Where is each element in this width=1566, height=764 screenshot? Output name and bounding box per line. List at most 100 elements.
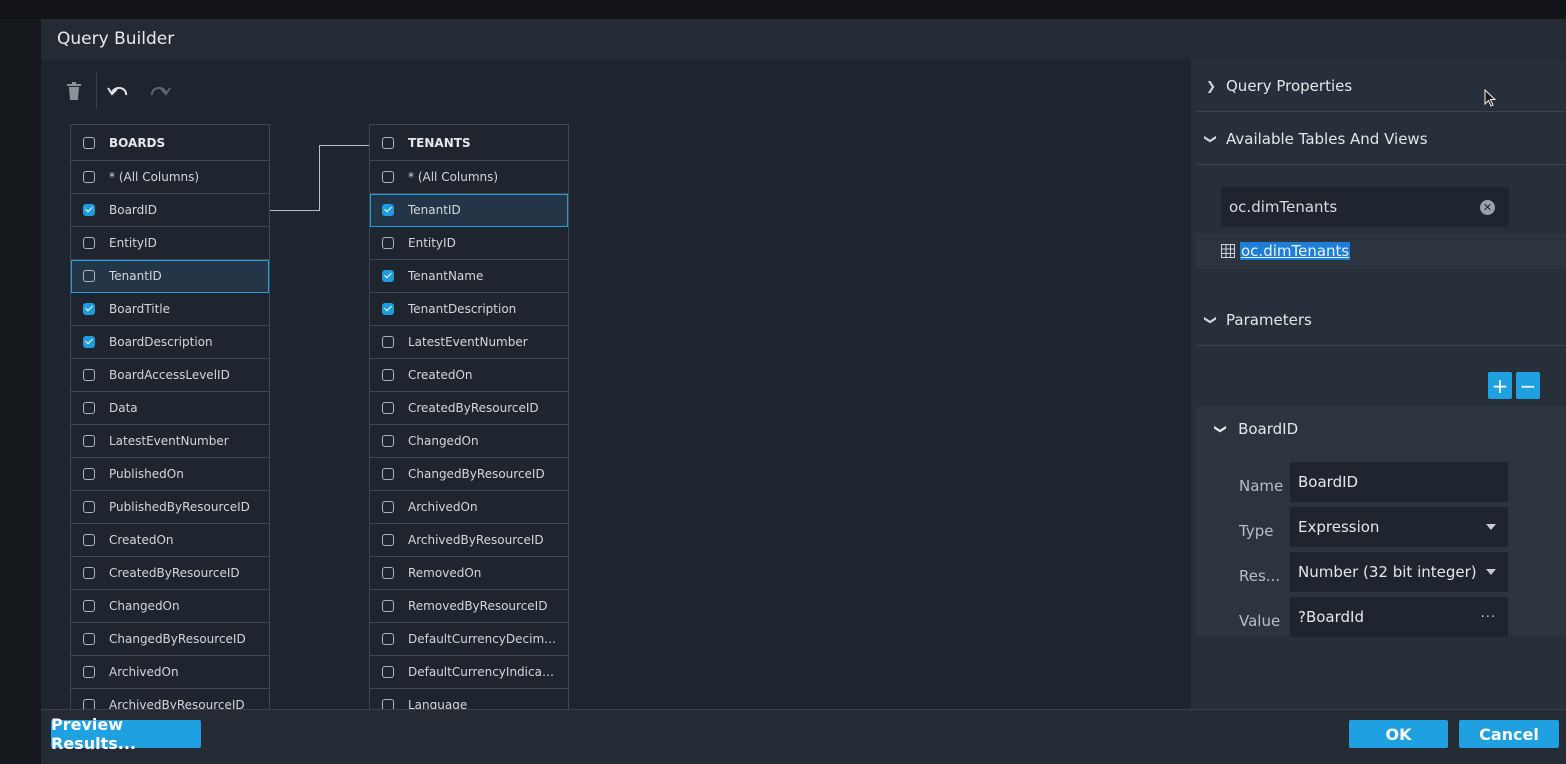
column-checkbox[interactable] bbox=[382, 600, 394, 612]
column-checkbox[interactable] bbox=[83, 336, 95, 348]
column-row[interactable]: TenantID bbox=[71, 260, 269, 293]
undo-button[interactable] bbox=[97, 73, 139, 109]
ellipsis-button[interactable]: ··· bbox=[1481, 610, 1496, 625]
query-canvas[interactable]: BOARDS * (All Columns) BoardID EntityID Tena… bbox=[41, 59, 1191, 709]
join-line-vertical[interactable] bbox=[319, 145, 320, 211]
column-row[interactable]: DefaultCurrencyDecimalDi... bbox=[370, 623, 568, 656]
value-field[interactable]: ?BoardId ··· bbox=[1290, 597, 1508, 637]
column-checkbox[interactable] bbox=[83, 204, 95, 216]
column-row[interactable]: ArchivedByResourceID bbox=[370, 524, 568, 557]
parameter-header[interactable]: ❯ BoardID bbox=[1214, 420, 1298, 438]
column-row[interactable]: CreatedOn bbox=[71, 524, 269, 557]
column-row[interactable]: ArchivedOn bbox=[71, 656, 269, 689]
table-tenants[interactable]: TENANTS * (All Columns) TenantID EntityID Te… bbox=[369, 124, 569, 709]
column-row[interactable]: CreatedByResourceID bbox=[370, 392, 568, 425]
column-checkbox[interactable] bbox=[382, 303, 394, 315]
column-checkbox[interactable] bbox=[83, 237, 95, 249]
column-row[interactable]: ChangedByResourceID bbox=[71, 623, 269, 656]
table-header[interactable]: TENANTS bbox=[370, 125, 568, 161]
column-checkbox[interactable] bbox=[83, 435, 95, 447]
column-row[interactable]: DefaultCurrencyIndicator bbox=[370, 656, 568, 689]
column-row[interactable]: TenantName bbox=[370, 260, 568, 293]
column-row[interactable]: LatestEventNumber bbox=[71, 425, 269, 458]
column-row[interactable]: ChangedByResourceID bbox=[370, 458, 568, 491]
column-row[interactable]: BoardDescription bbox=[71, 326, 269, 359]
join-line-tenants[interactable] bbox=[319, 145, 369, 146]
column-row[interactable]: BoardAccessLevelID bbox=[71, 359, 269, 392]
name-field[interactable]: BoardID bbox=[1290, 462, 1508, 502]
column-row[interactable]: ChangedOn bbox=[71, 590, 269, 623]
table-list-item[interactable]: oc.dimTenants bbox=[1196, 233, 1566, 269]
column-checkbox[interactable] bbox=[83, 501, 95, 513]
column-checkbox[interactable] bbox=[83, 633, 95, 645]
select-all-checkbox[interactable] bbox=[382, 136, 394, 149]
column-row[interactable]: LatestEventNumber bbox=[370, 326, 568, 359]
column-row[interactable]: RemovedByResourceID bbox=[370, 590, 568, 623]
redo-button[interactable] bbox=[139, 73, 181, 109]
column-row[interactable]: EntityID bbox=[370, 227, 568, 260]
column-row[interactable]: PublishedByResourceID bbox=[71, 491, 269, 524]
column-checkbox[interactable] bbox=[83, 666, 95, 678]
column-checkbox[interactable] bbox=[83, 270, 95, 282]
remove-parameter-button[interactable]: − bbox=[1516, 372, 1540, 399]
column-checkbox[interactable] bbox=[83, 600, 95, 612]
column-checkbox[interactable] bbox=[83, 369, 95, 381]
select-all-checkbox[interactable] bbox=[83, 136, 95, 149]
add-parameter-button[interactable]: + bbox=[1488, 372, 1512, 399]
column-checkbox[interactable] bbox=[382, 171, 394, 183]
parameters-header[interactable]: ❯ Parameters bbox=[1196, 295, 1566, 346]
column-checkbox[interactable] bbox=[382, 336, 394, 348]
column-checkbox[interactable] bbox=[382, 534, 394, 546]
column-checkbox[interactable] bbox=[83, 699, 95, 709]
column-row[interactable]: TenantID bbox=[370, 194, 568, 227]
column-checkbox[interactable] bbox=[83, 171, 95, 183]
cancel-button[interactable]: Cancel bbox=[1459, 720, 1559, 748]
dialog-title: Query Builder bbox=[57, 29, 175, 49]
column-row[interactable]: ArchivedOn bbox=[370, 491, 568, 524]
column-checkbox[interactable] bbox=[83, 402, 95, 414]
delete-button[interactable] bbox=[53, 73, 95, 109]
column-row[interactable]: BoardID bbox=[71, 194, 269, 227]
column-row[interactable]: Language bbox=[370, 689, 568, 709]
column-checkbox[interactable] bbox=[382, 633, 394, 645]
table-search-input[interactable]: oc.dimTenants ✕ bbox=[1221, 187, 1509, 227]
column-checkbox[interactable] bbox=[83, 534, 95, 546]
column-checkbox[interactable] bbox=[83, 303, 95, 315]
ok-button[interactable]: OK bbox=[1349, 720, 1448, 748]
query-properties-header[interactable]: ❯ Query Properties bbox=[1196, 61, 1566, 112]
result-type-select[interactable]: Number (32 bit integer) bbox=[1290, 552, 1508, 592]
column-row[interactable]: * (All Columns) bbox=[370, 161, 568, 194]
column-row[interactable]: * (All Columns) bbox=[71, 161, 269, 194]
column-checkbox[interactable] bbox=[382, 369, 394, 381]
column-row[interactable]: PublishedOn bbox=[71, 458, 269, 491]
column-row[interactable]: Data bbox=[71, 392, 269, 425]
table-boards[interactable]: BOARDS * (All Columns) BoardID EntityID Tena… bbox=[70, 124, 270, 709]
preview-results-button[interactable]: Preview Results... bbox=[51, 715, 201, 753]
column-row[interactable]: ArchivedByResourceID bbox=[71, 689, 269, 709]
column-checkbox[interactable] bbox=[382, 666, 394, 678]
column-checkbox[interactable] bbox=[382, 204, 394, 216]
column-row[interactable]: CreatedOn bbox=[370, 359, 568, 392]
column-row[interactable]: RemovedOn bbox=[370, 557, 568, 590]
column-checkbox[interactable] bbox=[382, 501, 394, 513]
column-row[interactable]: BoardTitle bbox=[71, 293, 269, 326]
column-checkbox[interactable] bbox=[382, 435, 394, 447]
join-line-boards[interactable] bbox=[270, 210, 319, 211]
column-row[interactable]: ChangedOn bbox=[370, 425, 568, 458]
column-checkbox[interactable] bbox=[382, 567, 394, 579]
column-checkbox[interactable] bbox=[382, 402, 394, 414]
column-checkbox[interactable] bbox=[83, 468, 95, 480]
column-checkbox[interactable] bbox=[382, 270, 394, 282]
column-label: ChangedByResourceID bbox=[408, 467, 545, 481]
type-select[interactable]: Expression bbox=[1290, 507, 1508, 547]
table-header[interactable]: BOARDS bbox=[71, 125, 269, 161]
column-checkbox[interactable] bbox=[382, 468, 394, 480]
column-checkbox[interactable] bbox=[382, 237, 394, 249]
column-row[interactable]: CreatedByResourceID bbox=[71, 557, 269, 590]
column-row[interactable]: TenantDescription bbox=[370, 293, 568, 326]
clear-search-icon[interactable]: ✕ bbox=[1480, 199, 1495, 215]
column-checkbox[interactable] bbox=[83, 567, 95, 579]
available-tables-header[interactable]: ❯ Available Tables And Views bbox=[1196, 114, 1566, 165]
column-checkbox[interactable] bbox=[382, 699, 394, 709]
column-row[interactable]: EntityID bbox=[71, 227, 269, 260]
